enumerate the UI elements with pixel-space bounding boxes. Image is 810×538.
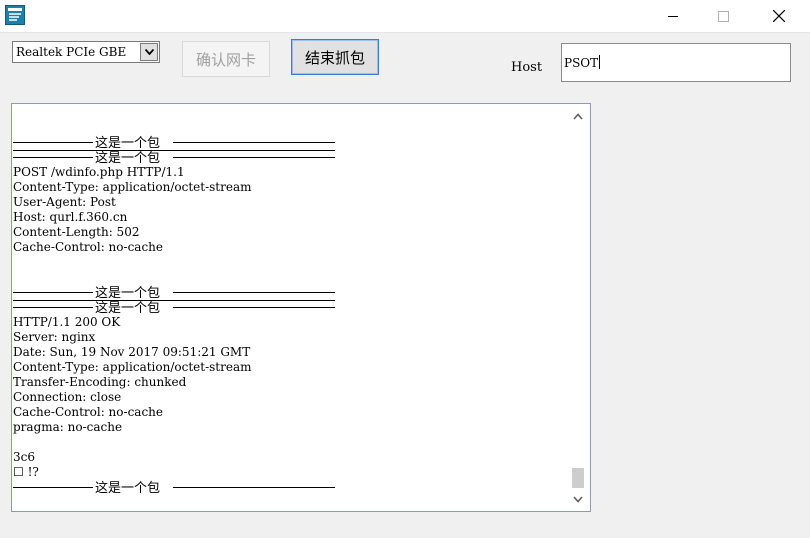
app-window-icon [5, 5, 25, 25]
output-line: Content-Type: application/octet-stream [13, 360, 252, 374]
output-blank-line [13, 435, 563, 450]
output-line: ☐ !? [13, 465, 39, 479]
output-line: Host: qurl.f.360.cn [13, 210, 128, 224]
scrollbar-thumb[interactable] [572, 468, 584, 488]
output-line: Server: nginx [13, 330, 96, 344]
minimize-icon [668, 16, 678, 17]
output-line: HTTP/1.1 200 OK [13, 315, 121, 329]
confirm-adapter-button[interactable]: 确认网卡 [182, 41, 270, 77]
chevron-up-icon [573, 112, 583, 120]
output-line: Cache-Control: no-cache [13, 405, 163, 419]
host-label: Host [511, 60, 543, 75]
adapter-select[interactable]: Realtek PCIe GBE [12, 41, 160, 63]
host-input[interactable]: PSOT [561, 43, 791, 82]
packet-separator: 这是一个包 [13, 480, 563, 495]
output-line: pragma: no-cache [13, 420, 123, 434]
scroll-up-button[interactable] [566, 104, 590, 128]
output-blank-line [13, 270, 563, 285]
title-divider [0, 32, 810, 33]
output-line: 3c6 [13, 450, 35, 464]
output-line: POST /wdinfo.php HTTP/1.1 [13, 165, 185, 179]
title-bar [0, 0, 810, 32]
packet-separator: 这是一个包 [13, 300, 563, 315]
output-line: Transfer-Encoding: chunked [13, 375, 187, 389]
adapter-selected-value: Realtek PCIe GBE [16, 45, 127, 59]
maximize-button[interactable] [700, 0, 746, 32]
chevron-down-icon[interactable] [140, 43, 158, 61]
output-line: Date: Sun, 19 Nov 2017 09:51:21 GMT [13, 345, 251, 359]
output-line: Content-Type: application/octet-stream [13, 180, 252, 194]
close-icon [773, 10, 785, 22]
maximize-icon [717, 10, 729, 22]
host-input-value: PSOT [564, 55, 601, 70]
stop-capture-button[interactable]: 结束抓包 [291, 39, 379, 75]
vertical-scrollbar[interactable] [566, 104, 590, 511]
packet-separator: 这是一个包 [13, 285, 563, 300]
packet-separator: 这是一个包 [13, 135, 563, 150]
output-line: Cache-Control: no-cache [13, 240, 163, 254]
output-line: Content-Length: 502 [13, 225, 140, 239]
scroll-down-button[interactable] [566, 487, 590, 511]
close-button[interactable] [756, 0, 802, 32]
output-blank-line [13, 255, 563, 270]
packet-output-textarea[interactable]: 这是一个包 这是一个包 POST /wdinfo.php HTTP/1.1 Co… [11, 103, 591, 512]
chevron-down-icon [573, 495, 583, 503]
minimize-button[interactable] [650, 0, 696, 32]
packet-output-content: 这是一个包 这是一个包 POST /wdinfo.php HTTP/1.1 Co… [13, 135, 563, 495]
output-line: Connection: close [13, 390, 122, 404]
packet-separator: 这是一个包 [13, 150, 563, 165]
output-line: User-Agent: Post [13, 195, 116, 209]
